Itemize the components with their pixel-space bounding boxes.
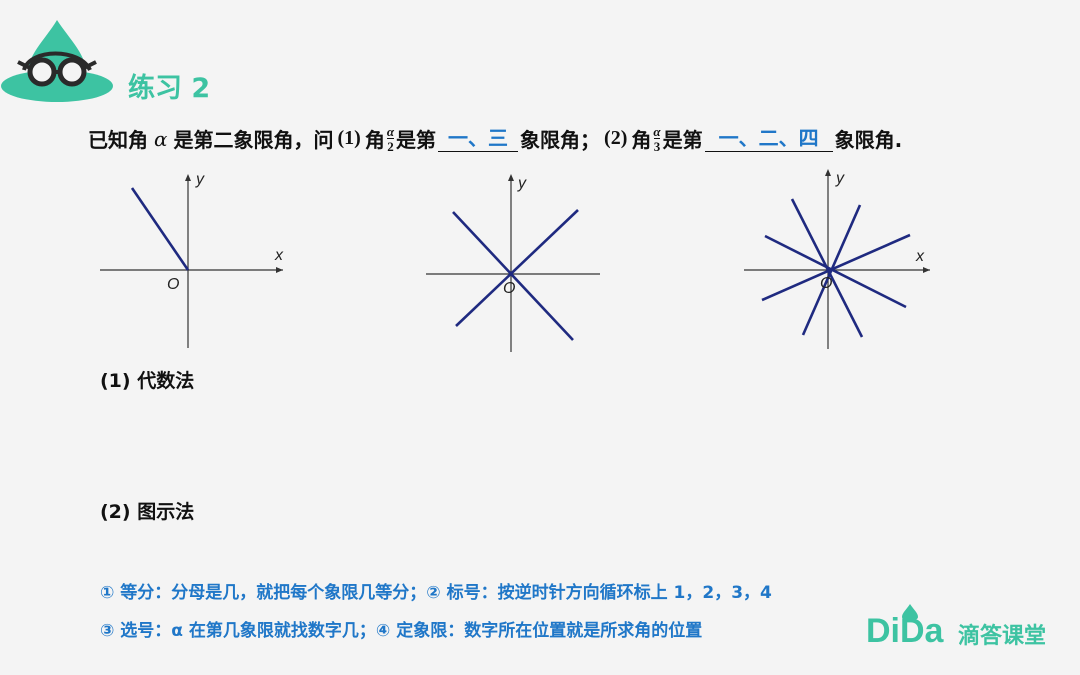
method-algebraic: (1) 代数法 — [100, 370, 195, 392]
q-part: 角 — [364, 128, 385, 152]
fraction-alpha-over-2: α 2 — [387, 125, 394, 153]
terminal-ray — [130, 187, 190, 271]
mascot-logo-icon — [1, 20, 113, 102]
x-axis-arrow — [276, 267, 283, 273]
sub-question-2: (2) — [604, 127, 628, 149]
x-axis-label: x — [274, 247, 284, 264]
y-axis-arrow — [185, 174, 191, 181]
y-axis-arrow — [825, 169, 831, 176]
fraction-numerator: α — [653, 123, 661, 139]
note-line-1: ① 等分：分母是几，就把每个象限几等分；② 标号：按逆时针方向循环标上 1，2，… — [100, 583, 772, 603]
origin-label: O — [820, 275, 832, 292]
x-axis-arrow — [923, 267, 930, 273]
fraction-alpha-over-3: α 3 — [653, 125, 660, 153]
droplet-icon — [902, 604, 918, 621]
q-part: 角 — [631, 128, 652, 152]
y-axis-label: y — [195, 171, 205, 188]
q-part: 象限角. — [834, 128, 903, 152]
diagram-alpha-over-2: y O — [426, 174, 600, 352]
y-axis-arrow — [508, 174, 514, 181]
exercise-title: 练习 2 — [128, 73, 211, 104]
q-part: 是第 — [396, 128, 437, 152]
answer-blank-1: 一、三 — [438, 125, 519, 152]
bisector-ray — [455, 209, 579, 327]
q-part: 已知角 — [88, 128, 148, 152]
diagram-alpha: x y O — [100, 171, 284, 348]
brand-name: 滴答课堂 — [958, 624, 1047, 649]
fraction-denominator: 3 — [653, 137, 661, 154]
y-axis-label: y — [517, 175, 527, 192]
fraction-numerator: α — [386, 123, 395, 139]
q-part: 象限角； — [520, 128, 601, 152]
fraction-denominator: 2 — [387, 137, 394, 154]
diagram-alpha-over-3: x y O — [744, 169, 930, 349]
origin-label: O — [503, 280, 515, 297]
answer-blank-2: 一、二、四 — [704, 125, 833, 152]
y-axis-label: y — [835, 170, 845, 187]
question-text: 已知角 α 是第二象限角，问 (1) 角 α 2 是第 一、三 象限角； (2)… — [88, 124, 902, 153]
method-graphical: (2) 图示法 — [100, 501, 195, 523]
x-axis-label: x — [915, 248, 925, 265]
q-part: 是第二象限角，问 — [173, 128, 334, 152]
sub-question-1: (1) — [337, 127, 361, 149]
origin-label: O — [167, 276, 179, 293]
alpha-symbol: α — [154, 126, 168, 151]
note-line-2: ③ 选号：α 在第几象限就找数字几；④ 定象限：数字所在位置就是所求角的位置 — [100, 621, 703, 641]
q-part: 是第 — [662, 128, 703, 152]
dida-logo-icon: DiDa — [866, 604, 945, 648]
